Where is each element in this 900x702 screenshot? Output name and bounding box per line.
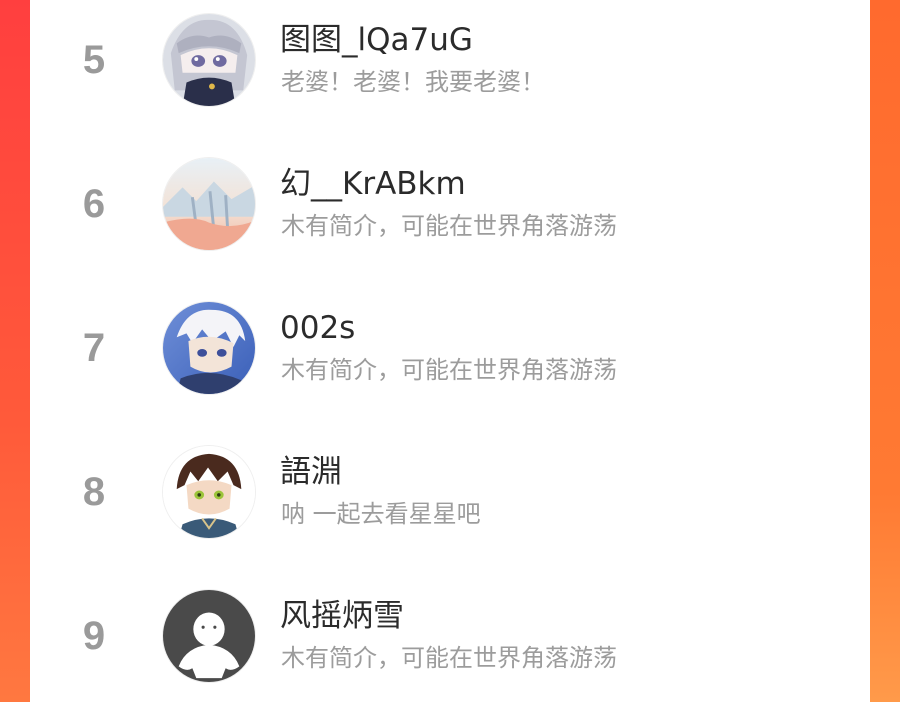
rank-number: 8 [82, 470, 106, 514]
leaderboard-row[interactable]: 5 图图_lQa7uG 老婆！老婆！我要老婆！ [30, 10, 870, 120]
anime-girl-avatar[interactable] [162, 13, 256, 107]
username[interactable]: 幻__KrABkm [280, 164, 466, 204]
white-hair-boy-avatar[interactable] [162, 301, 256, 395]
leaderboard-panel: 5 图图_lQa7uG 老婆！老婆！我要老婆！ 6 幻__KrABkm 木有简介… [30, 0, 870, 702]
brown-hair-boy-avatar-image [163, 446, 255, 538]
anime-girl-avatar-image [163, 14, 255, 106]
user-bio: 木有简介，可能在世界角落游荡 [281, 212, 617, 240]
user-bio: 木有简介，可能在世界角落游荡 [281, 644, 617, 672]
user-bio: 木有简介，可能在世界角落游荡 [281, 356, 617, 384]
username[interactable]: 风摇炳雪 [280, 596, 404, 636]
default-user-avatar[interactable] [162, 589, 256, 683]
rank-number: 7 [82, 326, 106, 370]
background-right-edge [870, 0, 900, 702]
rank-number: 9 [82, 614, 106, 658]
landscape-avatar-image [163, 158, 255, 250]
leaderboard-row[interactable]: 9 风摇炳雪 木有简介，可能在世界角落游荡 [30, 586, 870, 696]
white-hair-boy-avatar-image [163, 302, 255, 394]
user-bio: 呐 一起去看星星吧 [281, 500, 481, 528]
background-left-edge [0, 0, 30, 702]
rank-number: 5 [82, 38, 106, 82]
rank-number: 6 [82, 182, 106, 226]
username[interactable]: 图图_lQa7uG [280, 20, 473, 60]
landscape-avatar[interactable] [162, 157, 256, 251]
leaderboard-row[interactable]: 7 002s 木有简介，可能在世界角落游荡 [30, 298, 870, 408]
username[interactable]: 002s [280, 308, 355, 348]
leaderboard-row[interactable]: 8 語淵 呐 一起去看星星吧 [30, 442, 870, 552]
leaderboard-row[interactable]: 6 幻__KrABkm 木有简介，可能在世界角落游荡 [30, 154, 870, 264]
user-bio: 老婆！老婆！我要老婆！ [281, 68, 545, 96]
default-user-icon [163, 590, 255, 682]
brown-hair-boy-avatar[interactable] [162, 445, 256, 539]
username[interactable]: 語淵 [280, 452, 342, 492]
